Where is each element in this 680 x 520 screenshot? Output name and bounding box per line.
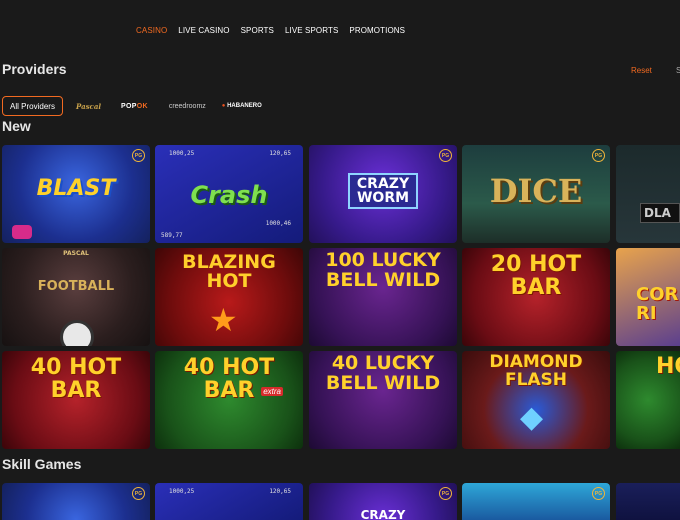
truncated-action[interactable]: S — [676, 66, 680, 75]
game-title: 100 LUCKY BELL WILD — [325, 249, 441, 291]
pg-badge-icon: PG — [592, 149, 605, 162]
game-tile-blast[interactable]: PG BLAST — [2, 145, 150, 243]
providers-title: Providers — [2, 61, 67, 77]
nav-sports[interactable]: SPORTS — [241, 26, 274, 35]
nav-live-sports[interactable]: LIVE SPORTS — [285, 26, 338, 35]
skill-tile-crash[interactable]: 1000,25 120,65 — [155, 483, 303, 520]
pg-badge-icon: PG — [132, 149, 145, 162]
game-title: DIAMOND FLASH — [489, 352, 583, 390]
game-title: DLA — [640, 203, 680, 223]
game-tile-20-hot-bar[interactable]: 20 HOT BAR — [462, 248, 610, 346]
game-tile-40-lucky-bell[interactable]: 40 LUCKY BELL WILD — [309, 351, 457, 449]
game-tile-100-lucky-bell[interactable]: 100 LUCKY BELL WILD — [309, 248, 457, 346]
game-tile-crash[interactable]: 1000,25 120,65 Crash 589,77 1000,46 — [155, 145, 303, 243]
game-tile-diamond-flash[interactable]: DIAMOND FLASH ◆ — [462, 351, 610, 449]
pg-badge-icon: PG — [132, 487, 145, 500]
game-tile-crazy-worm[interactable]: PG CRAZY WORM — [309, 145, 457, 243]
section-title-new: New — [2, 118, 31, 134]
provider-pascal-logo[interactable]: Pascal — [76, 102, 101, 111]
game-title: COR RI — [636, 284, 679, 324]
game-tile-partial-3[interactable]: HO — [616, 351, 680, 449]
diamond-icon: ◆ — [520, 401, 544, 434]
nav-live-casino[interactable]: LIVE CASINO — [178, 26, 229, 35]
game-title: BLAST — [36, 176, 116, 201]
game-title: CRAZY WORM — [348, 173, 418, 209]
game-title-partial: CRAZY — [360, 508, 406, 520]
all-providers-chip[interactable]: All Providers — [2, 96, 63, 116]
game-brand: PASCAL — [63, 250, 89, 257]
game-title: FOOTBALL — [37, 279, 115, 294]
provider-creedroomz-logo[interactable]: creedroomz — [169, 103, 206, 110]
game-title: BLAZING HOT — [182, 251, 276, 292]
game-tile-partial-1[interactable]: DLA — [616, 145, 680, 243]
top-nav: CASINO LIVE CASINO SPORTS LIVE SPORTS PR… — [136, 26, 405, 35]
crash-stat-bl: 589,77 — [161, 232, 183, 239]
provider-popok-logo[interactable]: POPOK — [121, 103, 148, 110]
skill-tile-blast[interactable]: PG — [2, 483, 150, 520]
reset-button[interactable]: Reset — [631, 66, 652, 75]
crash-stat-tl: 1000,25 — [169, 488, 195, 495]
skill-tile-4[interactable]: PG — [462, 483, 610, 520]
pg-badge-icon: PG — [592, 487, 605, 500]
game-title: 40 LUCKY BELL WILD — [325, 352, 441, 394]
habanero-text: HABANERO — [227, 103, 262, 109]
cannon-icon — [12, 225, 32, 239]
provider-habanero-logo[interactable]: ● HABANERO — [222, 103, 262, 109]
game-tile-football[interactable]: PASCAL FOOTBALL — [2, 248, 150, 346]
crash-stat-tr: 120,65 — [269, 488, 291, 495]
skill-tile-partial[interactable] — [616, 483, 680, 520]
crash-stat-br: 1000,46 — [265, 220, 291, 227]
nav-casino[interactable]: CASINO — [136, 26, 167, 35]
pg-badge-icon: PG — [439, 149, 452, 162]
game-tile-partial-2[interactable]: COR RI — [616, 248, 680, 346]
game-title: DICE — [489, 172, 583, 210]
skill-tile-crazy-worm[interactable]: PG CRAZY — [309, 483, 457, 520]
pg-badge-icon: PG — [439, 487, 452, 500]
game-tile-blazing-hot[interactable]: BLAZING HOT ★ — [155, 248, 303, 346]
game-title: 40 HOT BAR — [30, 355, 122, 404]
game-tile-40-hot-bar-extra[interactable]: 40 HOT BAR extra — [155, 351, 303, 449]
provider-filter-row: All Providers Pascal POPOK creedroomz ● … — [2, 96, 262, 116]
nav-promotions[interactable]: PROMOTIONS — [349, 26, 405, 35]
extra-tag: extra — [261, 387, 283, 396]
star-icon: ★ — [209, 302, 238, 338]
section-title-skill-games: Skill Games — [2, 456, 82, 472]
football-icon — [60, 320, 94, 346]
game-title: HO — [656, 354, 680, 379]
game-tile-dice[interactable]: PG DICE — [462, 145, 610, 243]
crash-stat-tl: 1000,25 — [169, 150, 195, 157]
game-title: Crash — [190, 181, 268, 209]
game-tile-40-hot-bar[interactable]: 40 HOT BAR — [2, 351, 150, 449]
game-title: 20 HOT BAR — [490, 252, 582, 301]
crash-stat-tr: 120,65 — [269, 150, 291, 157]
